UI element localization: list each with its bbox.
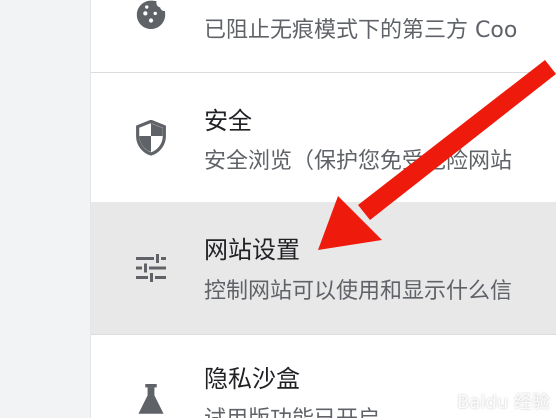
privacy-sandbox-subtitle: 试用版功能已开启 bbox=[204, 401, 380, 418]
cookies-subtitle: 已阻止无痕模式下的第三方 Coo bbox=[204, 18, 518, 43]
cookies-row[interactable]: 已阻止无痕模式下的第三方 Coo bbox=[91, 0, 556, 72]
security-row[interactable]: 安全 安全浏览（保护您免受危险网站 bbox=[91, 73, 556, 202]
privacy-sandbox-title: 隐私沙盒 bbox=[204, 365, 300, 393]
flask-icon bbox=[131, 380, 171, 418]
paw-logo-icon bbox=[433, 392, 451, 410]
baidu-watermark: Baidu 经验 bbox=[431, 388, 550, 414]
left-gutter bbox=[0, 0, 90, 418]
security-subtitle: 安全浏览（保护您免受危险网站 bbox=[204, 149, 513, 174]
watermark-text: Baidu 经验 bbox=[457, 392, 550, 413]
cookie-icon bbox=[131, 0, 171, 32]
site-settings-title: 网站设置 bbox=[204, 236, 300, 264]
shield-icon bbox=[131, 118, 171, 158]
privacy-settings-card: 已阻止无痕模式下的第三方 Coo 安全 安全浏览（保护您免受危险网站 网站设置 … bbox=[90, 0, 556, 418]
settings-page: 已阻止无痕模式下的第三方 Coo 安全 安全浏览（保护您免受危险网站 网站设置 … bbox=[0, 0, 556, 418]
security-title: 安全 bbox=[204, 107, 252, 135]
site-settings-subtitle: 控制网站可以使用和显示什么信 bbox=[204, 279, 513, 304]
site-settings-row[interactable]: 网站设置 控制网站可以使用和显示什么信 bbox=[91, 202, 556, 334]
tune-sliders-icon bbox=[131, 248, 171, 288]
